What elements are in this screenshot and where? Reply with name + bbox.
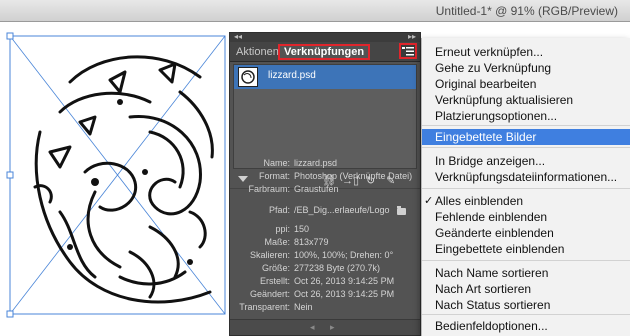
- info-label: Format:: [258, 171, 290, 181]
- info-label: Geändert:: [249, 289, 290, 299]
- info-value: 277238 Byte (270.7k): [294, 263, 381, 273]
- info-value: 100%, 100%; Drehen: 0°: [294, 250, 394, 260]
- tab-actions[interactable]: Aktionen: [232, 44, 283, 60]
- info-value: lizzard.psd: [294, 158, 338, 168]
- menu-item-label: Original bearbeiten: [435, 77, 537, 91]
- menu-item[interactable]: Nach Status sortieren: [422, 297, 630, 313]
- links-panel: ◂◂ ▸▸ Aktionen Verknüpfungen lizzard.psd: [229, 32, 421, 336]
- link-name: lizzard.psd: [268, 70, 316, 81]
- info-value: 813x779: [294, 237, 329, 247]
- menu-item[interactable]: Gehe zu Verknüpfung: [422, 60, 630, 76]
- menu-item[interactable]: Nach Art sortieren: [422, 281, 630, 297]
- menu-item[interactable]: Eingebettete Bilder: [422, 129, 630, 145]
- link-thumbnail: [238, 67, 258, 87]
- menu-item-label: Platzierungsoptionen...: [435, 109, 558, 123]
- menu-item-label: Erneut verknüpfen...: [435, 45, 544, 59]
- info-label: ppi:: [275, 224, 290, 234]
- menu-item-label: Bedienfeldoptionen...: [435, 319, 548, 333]
- document-titlebar: Untitled-1* @ 91% (RGB/Preview): [0, 0, 630, 22]
- info-value: 150: [294, 224, 310, 234]
- expand-arrows-icon[interactable]: ▸▸: [408, 32, 416, 41]
- menu-item[interactable]: Platzierungsoptionen...: [422, 108, 630, 124]
- menu-item[interactable]: Bedienfeldoptionen...: [422, 318, 630, 334]
- menu-item-label: Geänderte einblenden: [435, 226, 554, 240]
- info-label: Skalieren:: [249, 250, 290, 260]
- info-label: Name:: [263, 158, 290, 168]
- menu-item-label: Gehe zu Verknüpfung: [435, 61, 552, 75]
- menu-separator: [422, 147, 630, 148]
- menu-item-label: Verknüpfungsdateiinformationen...: [435, 170, 618, 184]
- menu-item[interactable]: Geänderte einblenden: [422, 225, 630, 241]
- menu-item-label: Eingebettete einblenden: [435, 242, 565, 256]
- menu-item[interactable]: Original bearbeiten: [422, 76, 630, 92]
- menu-item-label: Fehlende einblenden: [435, 210, 548, 224]
- previous-link-icon[interactable]: ◂: [310, 322, 315, 333]
- panel-menu-button[interactable]: [399, 43, 417, 59]
- info-label: Erstellt:: [259, 276, 290, 286]
- menu-separator: [422, 260, 630, 261]
- info-label: Pfad:: [268, 205, 290, 215]
- menu-item-label: Alles einblenden: [435, 194, 524, 208]
- info-label: Größe:: [261, 263, 290, 273]
- menu-item[interactable]: Erneut verknüpfen...: [422, 44, 630, 60]
- folder-icon[interactable]: [397, 206, 406, 215]
- panel-footer: ◂ ▸: [230, 319, 420, 335]
- tab-links[interactable]: Verknüpfungen: [278, 44, 371, 60]
- menu-item[interactable]: Fehlende einblenden: [422, 209, 630, 225]
- panel-header-strip[interactable]: ◂◂ ▸▸: [230, 32, 420, 42]
- menu-item[interactable]: Verknüpfungsdateiinformationen...: [422, 169, 630, 185]
- menu-item-label: In Bridge anzeigen...: [435, 154, 546, 168]
- link-row[interactable]: lizzard.psd: [234, 65, 416, 89]
- link-list[interactable]: lizzard.psd: [233, 64, 417, 169]
- menu-item-label: Eingebettete Bilder: [435, 130, 537, 144]
- menu-item[interactable]: ✓ Alles einblenden: [422, 193, 630, 209]
- panel-flyout-menu: Erneut verknüpfen... Gehe zu Verknüpfung O…: [421, 38, 630, 336]
- menu-item-label: Verknüpfung aktualisieren: [435, 93, 574, 107]
- info-label: Transparent:: [239, 302, 290, 312]
- menu-item[interactable]: Eingebettete einblenden: [422, 241, 630, 257]
- info-value: Nein: [294, 302, 313, 312]
- menu-item[interactable]: Verknüpfung aktualisieren: [422, 92, 630, 108]
- next-link-icon[interactable]: ▸: [330, 322, 335, 333]
- menu-item-label: Nach Status sortieren: [435, 298, 551, 312]
- info-value: Photoshop (Verknüpfte Datei): [294, 171, 413, 181]
- document-title: Untitled-1* @ 91% (RGB/Preview): [435, 4, 618, 18]
- placed-artwork[interactable]: [0, 22, 230, 336]
- info-value: Oct 26, 2013 9:14:25 PM: [294, 289, 395, 299]
- artboard[interactable]: [0, 22, 230, 336]
- info-value: Graustufen: [294, 184, 339, 194]
- menu-item[interactable]: Nach Name sortieren: [422, 265, 630, 281]
- menu-item-label: Nach Name sortieren: [435, 266, 549, 280]
- menu-separator: [422, 125, 630, 126]
- menu-item-label: Nach Art sortieren: [435, 282, 532, 296]
- menu-separator: [422, 188, 630, 189]
- info-label: Farbraum:: [248, 184, 290, 194]
- panel-menu-icon: [402, 47, 414, 56]
- info-label: Maße:: [264, 237, 290, 247]
- checkmark-icon: ✓: [424, 195, 434, 207]
- panel-tab-bar: Aktionen Verknüpfungen: [230, 42, 420, 62]
- collapse-arrows-icon[interactable]: ◂◂: [234, 32, 242, 41]
- menu-item[interactable]: In Bridge anzeigen...: [422, 153, 630, 169]
- info-value: Oct 26, 2013 9:14:25 PM: [294, 276, 395, 286]
- menu-separator: [422, 314, 630, 315]
- info-value: /EB_Dig...erlaeufe/Logo: [294, 205, 390, 215]
